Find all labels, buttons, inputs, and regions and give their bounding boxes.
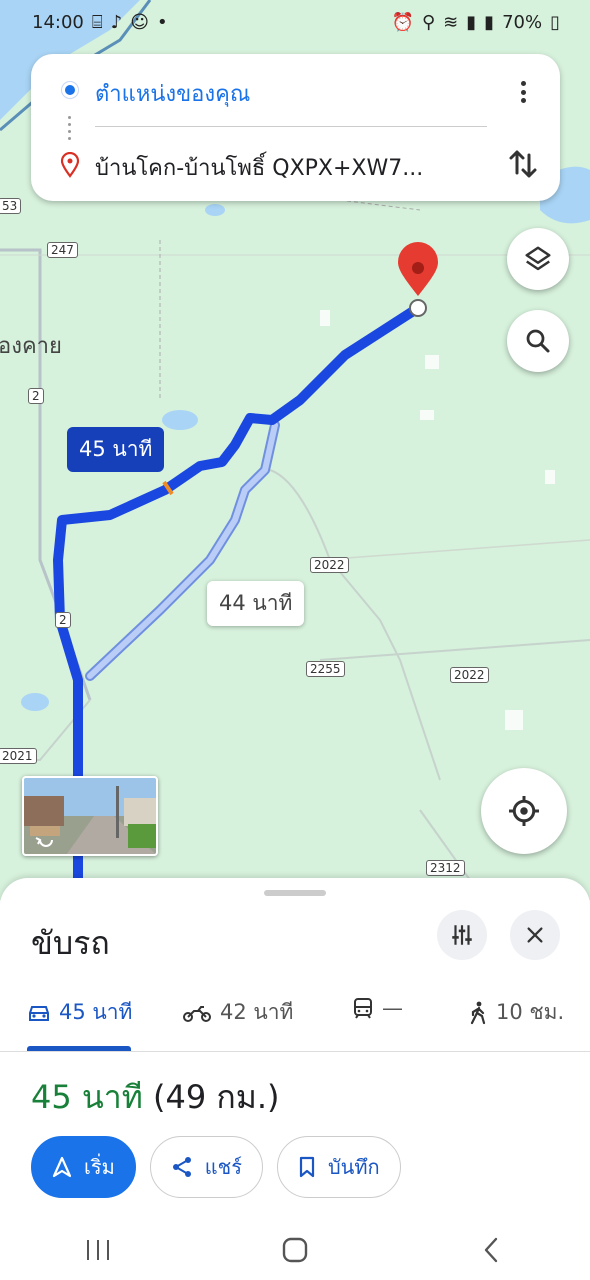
my-location-button[interactable] xyxy=(481,768,567,854)
route-dots-icon xyxy=(68,116,72,140)
more-options-button[interactable] xyxy=(509,78,537,106)
road-shield: 247 xyxy=(47,242,78,258)
save-button[interactable]: บันทึก xyxy=(276,1136,401,1198)
route-actions: เริ่ม แชร์ บันทึก xyxy=(31,1136,401,1198)
notification-icon: ♪ xyxy=(110,11,123,33)
field-divider xyxy=(95,126,487,127)
tab-transit-label: — xyxy=(382,996,403,1020)
route-duration: 45 นาที xyxy=(31,1078,143,1116)
sheet-drag-handle[interactable] xyxy=(264,890,326,896)
close-button[interactable] xyxy=(510,910,560,960)
road-shield: 2 xyxy=(28,388,44,404)
directions-card: ตำแหน่งของคุณ บ้านโคก-บ้านโพธิ์ QXPX+XW7… xyxy=(31,54,560,201)
road-shield: 2022 xyxy=(450,667,489,683)
route-distance: (49 กม.) xyxy=(153,1078,280,1116)
road-shield: 2022 xyxy=(310,557,349,573)
road-shield: 2312 xyxy=(426,860,465,876)
place-label: องคาย xyxy=(0,334,62,359)
recent-apps-icon[interactable] xyxy=(83,1236,113,1264)
road-shield: 2255 xyxy=(306,661,345,677)
tab-drive[interactable]: 45 นาที xyxy=(27,996,132,1029)
motorcycle-icon xyxy=(183,1005,211,1022)
street-view-image xyxy=(24,778,156,854)
voicemail-icon: ⌸ xyxy=(91,11,103,33)
save-button-label: บันทึก xyxy=(327,1155,380,1179)
tab-walk-label: 10 ชม. xyxy=(496,1000,565,1024)
status-bar: 14:00 ⌸ ♪ ☺ • ⏰ ⚲ ≋ ▮ ▮ 70% ▯ xyxy=(0,0,590,44)
active-tab-indicator xyxy=(27,1046,131,1051)
street-view-thumbnail[interactable] xyxy=(22,776,158,856)
tab-transit[interactable]: — xyxy=(352,996,403,1020)
transit-icon xyxy=(354,998,372,1019)
destination-marker-icon xyxy=(60,152,80,178)
share-button-label: แชร์ xyxy=(204,1155,242,1179)
battery-percent: 70% xyxy=(502,11,543,33)
road-shield: 2 xyxy=(55,612,71,628)
share-button[interactable]: แชร์ xyxy=(149,1136,263,1198)
layers-button[interactable] xyxy=(507,228,569,290)
route-options-button[interactable] xyxy=(437,910,487,960)
crosshair-icon xyxy=(509,796,539,826)
car-icon xyxy=(29,1005,49,1021)
more-notifications-icon: • xyxy=(156,11,168,33)
alt-route-label[interactable]: 44 นาที xyxy=(207,581,305,626)
share-icon xyxy=(172,1157,191,1177)
tab-motorcycle-label: 42 นาที xyxy=(220,1000,294,1024)
road-shield: 53 xyxy=(0,198,22,214)
tab-walk[interactable]: 10 ชม. xyxy=(468,996,564,1029)
search-button[interactable] xyxy=(507,310,569,372)
travel-mode-title: ขับรถ xyxy=(31,924,110,962)
bookmark-icon xyxy=(299,1156,315,1178)
back-icon[interactable] xyxy=(477,1235,507,1265)
primary-route-label[interactable]: 45 นาที xyxy=(67,427,165,472)
wifi-icon: ≋ xyxy=(443,11,459,33)
system-nav-bar xyxy=(0,1220,590,1280)
location-icon: ⚲ xyxy=(421,11,436,33)
tab-motorcycle[interactable]: 42 นาที xyxy=(182,996,293,1029)
home-icon[interactable] xyxy=(280,1235,310,1265)
road-shield: 2021 xyxy=(0,748,37,764)
alarm-icon: ⏰ xyxy=(391,11,414,33)
tab-drive-label: 45 นาที xyxy=(59,1000,133,1024)
status-time: 14:00 xyxy=(32,11,84,33)
destination-pin-icon[interactable] xyxy=(398,242,438,296)
navigation-arrow-icon xyxy=(52,1156,72,1178)
signal-icon: ▮ xyxy=(466,11,477,33)
tune-icon xyxy=(452,925,472,945)
start-button[interactable]: เริ่ม xyxy=(31,1136,136,1198)
travel-mode-tabs: 45 นาที 42 นาที — 10 ชม. xyxy=(0,986,590,1052)
layers-icon xyxy=(525,246,551,271)
destination-field[interactable]: บ้านโคก-บ้านโพธิ์ QXPX+XW7... xyxy=(95,150,475,185)
start-button-label: เริ่ม xyxy=(84,1155,115,1179)
signal-icon-2: ▮ xyxy=(484,11,495,33)
battery-icon: ▯ xyxy=(550,11,560,33)
avatar-notification-icon: ☺ xyxy=(130,11,149,33)
swap-icon[interactable] xyxy=(505,146,541,182)
close-icon xyxy=(527,927,543,943)
route-summary: 45 นาที (49 กม.) xyxy=(31,1072,280,1123)
search-icon xyxy=(526,329,550,353)
origin-dot-icon xyxy=(62,82,78,98)
origin-field[interactable]: ตำแหน่งของคุณ xyxy=(95,76,250,111)
walk-icon xyxy=(470,1001,486,1024)
